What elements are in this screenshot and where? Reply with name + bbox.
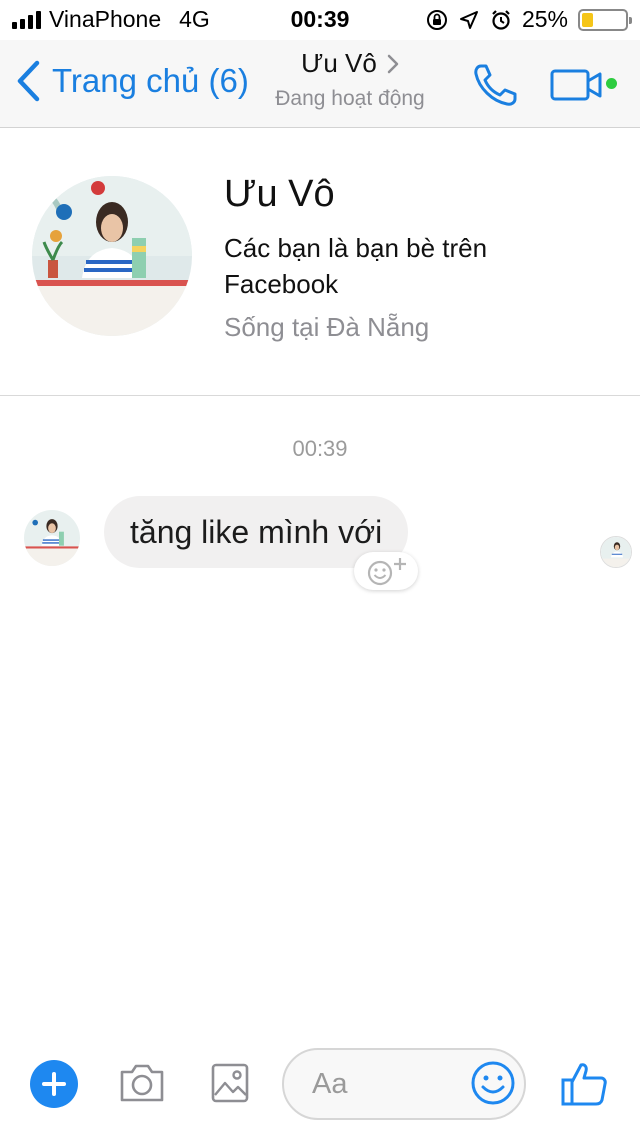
image-icon bbox=[211, 1063, 249, 1103]
add-reaction-button[interactable] bbox=[354, 552, 418, 590]
emoji-icon bbox=[471, 1061, 515, 1105]
online-indicator bbox=[606, 78, 617, 89]
location-arrow-icon bbox=[459, 10, 478, 29]
emoji-button[interactable] bbox=[470, 1060, 516, 1111]
battery-icon bbox=[578, 8, 632, 31]
profile-location: Sống tại Đà Nẵng bbox=[224, 312, 430, 342]
nav-bar: Trang chủ (6) Ưu Vô Đang hoạt động bbox=[0, 40, 640, 128]
voice-call-button[interactable] bbox=[472, 62, 520, 113]
status-bar: VinaPhone 4G 00:39 25% bbox=[0, 0, 640, 40]
back-button[interactable]: Trang chủ (6) bbox=[16, 60, 249, 102]
profile-avatar[interactable] bbox=[32, 176, 192, 336]
active-status: Đang hoạt động bbox=[275, 87, 425, 110]
battery-level bbox=[582, 12, 593, 27]
phone-icon bbox=[474, 64, 517, 106]
gallery-button[interactable] bbox=[210, 1062, 250, 1109]
conversation-title[interactable]: Ưu Vô Đang hoạt động bbox=[260, 48, 440, 111]
chevron-left-icon bbox=[17, 60, 40, 102]
seen-indicator-avatar bbox=[600, 536, 632, 568]
thumbs-up-icon bbox=[561, 1063, 607, 1106]
like-button[interactable] bbox=[560, 1060, 608, 1113]
camera-icon bbox=[120, 1064, 164, 1102]
profile-header: Ưu Vô Các bạn là bạn bè trên Facebook Số… bbox=[0, 128, 640, 396]
alarm-icon bbox=[492, 9, 510, 30]
more-actions-button[interactable] bbox=[30, 1060, 78, 1108]
message-timestamp: 00:39 bbox=[292, 436, 348, 461]
video-camera-icon bbox=[550, 69, 602, 101]
video-call-button[interactable] bbox=[550, 68, 604, 107]
back-label: Trang chủ (6) bbox=[52, 62, 249, 99]
chevron-right-icon bbox=[387, 54, 399, 73]
friendship-text: Các bạn là bạn bè trên Facebook bbox=[224, 233, 488, 299]
status-right: 25% bbox=[426, 6, 632, 33]
contact-name: Ưu Vô bbox=[301, 48, 377, 78]
message-composer bbox=[0, 1040, 640, 1136]
add-reaction-icon bbox=[367, 558, 406, 586]
battery-percent: 25% bbox=[521, 6, 568, 32]
orientation-lock-icon bbox=[426, 9, 447, 30]
message-input[interactable] bbox=[312, 1050, 482, 1118]
sender-avatar[interactable] bbox=[24, 510, 80, 566]
camera-button[interactable] bbox=[118, 1062, 166, 1109]
profile-name: Ưu Vô bbox=[224, 173, 335, 215]
